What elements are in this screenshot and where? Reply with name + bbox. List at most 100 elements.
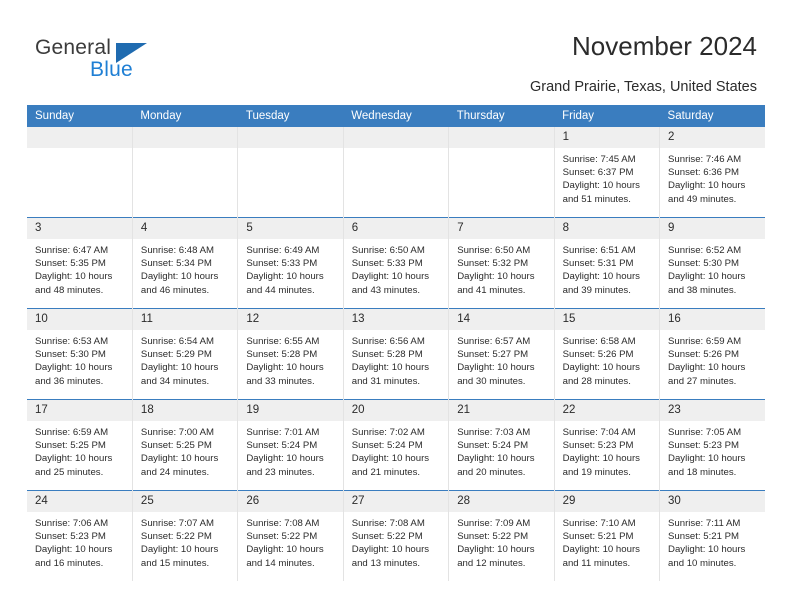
calendar-cell-empty — [342, 127, 449, 218]
day-number: 3 — [27, 218, 132, 239]
daylight-text-line2: and 25 minutes. — [35, 466, 104, 478]
day-details: Sunrise: 7:09 AM Sunset: 5:22 PM Daylight:… — [449, 512, 553, 570]
calendar-cell-day[interactable]: 10 Sunrise: 6:53 AM Sunset: 5:30 PM Dayligh… — [27, 308, 133, 400]
day-number: 27 — [343, 491, 449, 512]
daylight-text-line2: and 19 minutes. — [562, 466, 631, 478]
day-number: 5 — [238, 218, 343, 239]
calendar-cell-day[interactable]: 27 Sunrise: 7:08 AM Sunset: 5:22 PM Dayligh… — [342, 490, 449, 581]
day-number: 6 — [343, 218, 449, 239]
day-number: 23 — [660, 400, 765, 421]
calendar-cell-day[interactable]: 8 Sunrise: 6:51 AM Sunset: 5:31 PM Daylight… — [553, 217, 660, 309]
calendar-cell-day[interactable]: 18 Sunrise: 7:00 AM Sunset: 5:25 PM Dayligh… — [131, 399, 238, 491]
sunrise-text: Sunrise: 7:45 AM — [562, 154, 636, 165]
calendar-page: General Blue November 2024 Grand Prairie… — [0, 0, 792, 612]
calendar-cell-day[interactable]: 29 Sunrise: 7:10 AM Sunset: 5:21 PM Dayligh… — [553, 490, 660, 581]
calendar-table: Sunday Monday Tuesday Wednesday Thursday… — [27, 105, 765, 581]
sunrise-text: Sunrise: 7:10 AM — [562, 518, 636, 529]
calendar-cell-empty — [131, 127, 238, 218]
calendar-cell-day[interactable]: 17 Sunrise: 6:59 AM Sunset: 5:25 PM Dayligh… — [27, 399, 133, 491]
day-details: Sunrise: 7:02 AM Sunset: 5:24 PM Daylight:… — [344, 421, 448, 479]
daylight-text-line1: Daylight: 10 hours — [668, 362, 746, 374]
sunset-text: Sunset: 5:22 PM — [351, 531, 423, 543]
daylight-text-line1: Daylight: 10 hours — [35, 544, 113, 556]
day-number: 14 — [449, 309, 554, 330]
day-details: Sunrise: 7:11 AM Sunset: 5:21 PM Daylight:… — [660, 512, 765, 570]
daylight-text-line1: Daylight: 10 hours — [457, 453, 535, 465]
day-details: Sunrise: 7:00 AM Sunset: 5:25 PM Daylight:… — [133, 421, 237, 479]
daylight-text-line1: Daylight: 10 hours — [351, 271, 430, 283]
calendar-cell-day[interactable]: 4 Sunrise: 6:48 AM Sunset: 5:34 PM Daylight… — [131, 217, 238, 309]
daylight-text-line1: Daylight: 10 hours — [668, 453, 746, 465]
daylight-text-line1: Daylight: 10 hours — [351, 544, 430, 556]
calendar-cell-empty — [27, 127, 133, 218]
daylight-text-line1: Daylight: 10 hours — [457, 362, 535, 374]
calendar-cell-day[interactable]: 11 Sunrise: 6:54 AM Sunset: 5:29 PM Dayligh… — [131, 308, 238, 400]
day-details: Sunrise: 7:04 AM Sunset: 5:23 PM Daylight:… — [555, 421, 659, 479]
sunrise-text: Sunrise: 6:57 AM — [457, 336, 531, 347]
day-number: 16 — [660, 309, 765, 330]
logo[interactable]: General Blue — [35, 36, 215, 88]
daylight-text-line2: and 51 minutes. — [562, 193, 631, 205]
calendar-cell-day[interactable]: 5 Sunrise: 6:49 AM Sunset: 5:33 PM Daylight… — [237, 217, 344, 309]
daylight-text-line2: and 20 minutes. — [457, 466, 526, 478]
day-number: 7 — [449, 218, 554, 239]
day-details: Sunrise: 7:08 AM Sunset: 5:22 PM Daylight:… — [238, 512, 342, 570]
weekday-header-row: Sunday Monday Tuesday Wednesday Thursday… — [27, 105, 765, 127]
calendar-week-row: 10 Sunrise: 6:53 AM Sunset: 5:30 PM Dayligh… — [27, 308, 765, 400]
calendar-cell-day[interactable]: 30 Sunrise: 7:11 AM Sunset: 5:21 PM Dayligh… — [659, 490, 765, 581]
calendar-cell-day[interactable]: 20 Sunrise: 7:02 AM Sunset: 5:24 PM Dayligh… — [342, 399, 449, 491]
day-details: Sunrise: 7:10 AM Sunset: 5:21 PM Daylight:… — [555, 512, 659, 570]
calendar-cell-day[interactable]: 14 Sunrise: 6:57 AM Sunset: 5:27 PM Dayligh… — [448, 308, 555, 400]
calendar-cell-day[interactable]: 6 Sunrise: 6:50 AM Sunset: 5:33 PM Daylight… — [342, 217, 449, 309]
calendar-cell-day[interactable]: 22 Sunrise: 7:04 AM Sunset: 5:23 PM Dayligh… — [553, 399, 660, 491]
calendar-week-row: 24 Sunrise: 7:06 AM Sunset: 5:23 PM Dayligh… — [27, 490, 765, 581]
calendar-cell-day[interactable]: 25 Sunrise: 7:07 AM Sunset: 5:22 PM Dayligh… — [131, 490, 238, 581]
sunset-text: Sunset: 5:34 PM — [140, 258, 212, 270]
sunset-text: Sunset: 5:23 PM — [668, 440, 739, 452]
sunrise-text: Sunrise: 6:47 AM — [35, 245, 109, 256]
sunset-text: Sunset: 5:26 PM — [668, 349, 739, 361]
calendar-cell-day[interactable]: 7 Sunrise: 6:50 AM Sunset: 5:32 PM Daylight… — [448, 217, 555, 309]
day-number: 28 — [449, 491, 554, 512]
calendar-cell-day[interactable]: 28 Sunrise: 7:09 AM Sunset: 5:22 PM Dayligh… — [448, 490, 555, 581]
calendar-week-row: 1 Sunrise: 7:45 AM Sunset: 6:37 PM Daylight… — [27, 127, 765, 218]
sunrise-text: Sunrise: 7:08 AM — [351, 518, 425, 529]
daylight-text-line1: Daylight: 10 hours — [140, 271, 219, 283]
calendar-cell-day[interactable]: 23 Sunrise: 7:05 AM Sunset: 5:23 PM Dayligh… — [659, 399, 765, 491]
calendar-cell-day[interactable]: 12 Sunrise: 6:55 AM Sunset: 5:28 PM Dayligh… — [237, 308, 344, 400]
sunset-text: Sunset: 5:26 PM — [562, 349, 634, 361]
calendar-cell-day[interactable]: 19 Sunrise: 7:01 AM Sunset: 5:24 PM Dayligh… — [237, 399, 344, 491]
daylight-text-line1: Daylight: 10 hours — [140, 362, 219, 374]
sunset-text: Sunset: 5:30 PM — [35, 349, 106, 361]
calendar-cell-day[interactable]: 9 Sunrise: 6:52 AM Sunset: 5:30 PM Daylight… — [659, 217, 765, 309]
daylight-text-line2: and 21 minutes. — [351, 466, 421, 478]
daylight-text-line2: and 27 minutes. — [668, 375, 737, 387]
daylight-text-line1: Daylight: 10 hours — [246, 271, 324, 283]
calendar-cell-day[interactable]: 26 Sunrise: 7:08 AM Sunset: 5:22 PM Dayligh… — [237, 490, 344, 581]
calendar-cell-day[interactable]: 2 Sunrise: 7:46 AM Sunset: 6:36 PM Daylight… — [659, 127, 765, 218]
calendar-cell-day[interactable]: 16 Sunrise: 6:59 AM Sunset: 5:26 PM Dayligh… — [659, 308, 765, 400]
sunset-text: Sunset: 6:36 PM — [668, 167, 739, 179]
day-details: Sunrise: 7:07 AM Sunset: 5:22 PM Daylight:… — [133, 512, 237, 570]
calendar-cell-day[interactable]: 21 Sunrise: 7:03 AM Sunset: 5:24 PM Dayligh… — [448, 399, 555, 491]
weekday-header-friday: Friday — [554, 105, 660, 127]
day-details: Sunrise: 6:56 AM Sunset: 5:28 PM Daylight:… — [344, 330, 448, 388]
day-details: Sunrise: 6:48 AM Sunset: 5:34 PM Daylight:… — [133, 239, 237, 297]
day-number: 8 — [554, 218, 660, 239]
sunrise-text: Sunrise: 7:05 AM — [668, 427, 742, 438]
calendar-week-row: 17 Sunrise: 6:59 AM Sunset: 5:25 PM Dayligh… — [27, 399, 765, 491]
daylight-text-line2: and 28 minutes. — [562, 375, 631, 387]
calendar-cell-day[interactable]: 24 Sunrise: 7:06 AM Sunset: 5:23 PM Dayligh… — [27, 490, 133, 581]
calendar-cell-day[interactable]: 3 Sunrise: 6:47 AM Sunset: 5:35 PM Daylight… — [27, 217, 133, 309]
calendar-cell-day[interactable]: 1 Sunrise: 7:45 AM Sunset: 6:37 PM Daylight… — [553, 127, 660, 218]
daylight-text-line1: Daylight: 10 hours — [140, 453, 219, 465]
calendar-cell-day[interactable]: 15 Sunrise: 6:58 AM Sunset: 5:26 PM Dayligh… — [553, 308, 660, 400]
sunrise-text: Sunrise: 6:59 AM — [35, 427, 109, 438]
calendar-cell-day[interactable]: 13 Sunrise: 6:56 AM Sunset: 5:28 PM Dayligh… — [342, 308, 449, 400]
day-number: 2 — [660, 127, 765, 148]
sunset-text: Sunset: 5:32 PM — [457, 258, 529, 270]
page-title: November 2024 — [572, 31, 757, 61]
day-number: 20 — [343, 400, 449, 421]
day-details: Sunrise: 6:58 AM Sunset: 5:26 PM Daylight:… — [555, 330, 659, 388]
sunset-text: Sunset: 5:33 PM — [351, 258, 423, 270]
